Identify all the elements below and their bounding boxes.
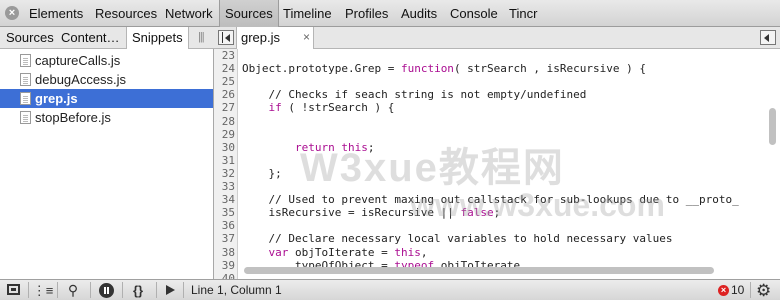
cursor-position: Line 1, Column 1 [191,283,282,297]
file-name: grep.js [35,91,78,106]
line-number[interactable]: 33 [214,180,235,193]
line-number[interactable]: 35 [214,206,235,219]
line-number[interactable]: 36 [214,219,235,232]
line-number[interactable]: 25 [214,75,235,88]
file-icon [20,54,31,67]
pretty-print-icon[interactable]: {} [127,281,149,300]
vertical-scrollbar[interactable] [769,108,776,145]
file-icon [20,73,31,86]
list-item[interactable]: captureCalls.js [0,51,213,70]
file-name: stopBefore.js [35,110,111,125]
line-number[interactable]: 32 [214,167,235,180]
watermark-url: www.w3xue.com [410,187,665,223]
line-number[interactable]: 40 [214,272,235,279]
list-item[interactable]: debugAccess.js [0,70,213,89]
editor-file-tab[interactable]: grep.js × [236,27,314,49]
code-line: 26 // Checks if seach string is not empt… [214,88,764,101]
nav-tab-snippets[interactable]: Snippets [126,27,189,49]
code-line: 28 [214,115,764,128]
resize-grip-icon[interactable]: ||| [198,31,205,43]
code-line: 23 [214,49,764,62]
play-icon[interactable] [166,285,175,295]
tab-timeline[interactable]: Timeline [278,0,337,27]
file-icon [20,92,31,105]
divider [28,282,29,298]
line-number[interactable]: 24 [214,62,235,75]
navigator-tabs: Sources Content… Snippets ||| [0,27,214,49]
editor-tab-strip: grep.js × [214,27,780,49]
error-count[interactable]: 10 [731,281,744,300]
snippets-list: captureCalls.js debugAccess.js grep.js s… [0,49,214,279]
list-item[interactable]: stopBefore.js [0,108,213,127]
watermark: W3xue教程网 [300,146,565,190]
code-text: }; [242,166,282,180]
devtools-toolbar: × Elements Resources Network Sources Tim… [0,0,780,27]
toggle-navigator-icon[interactable] [218,30,234,45]
nav-tab-sources[interactable]: Sources [1,27,59,49]
tab-network[interactable]: Network [160,0,218,27]
tab-elements[interactable]: Elements [24,0,88,27]
toggle-debugger-icon[interactable] [760,30,776,45]
line-number[interactable]: 23 [214,49,235,62]
code-text: Object.prototype.Grep = function( strSea… [242,62,646,76]
code-text: var objToIterate = this, [268,245,428,259]
gear-icon[interactable]: ⚙ [756,281,771,300]
line-number[interactable]: 34 [214,193,235,206]
divider [57,282,58,298]
tab-resources[interactable]: Resources [90,0,162,27]
line-number[interactable]: 39 [214,259,235,272]
divider [750,282,751,298]
close-icon[interactable]: × [5,6,19,20]
tab-profiles[interactable]: Profiles [340,0,393,27]
line-number[interactable]: 31 [214,154,235,167]
pause-exceptions-icon[interactable] [99,283,114,298]
tab-sources[interactable]: Sources [219,0,279,27]
code-text: // Checks if seach string is not empty/u… [242,88,587,102]
status-bar: ⋮≡ ⚲ {} Line 1, Column 1 × 10 ⚙ [0,279,780,300]
code-line: 27 if ( !strSearch ) { [214,101,764,114]
code-text: if ( !strSearch ) { [268,101,395,115]
divider [183,282,184,298]
show-console-icon[interactable]: ⋮≡ [32,281,54,300]
dock-icon[interactable] [7,284,20,295]
code-line: 37 // Declare necessary local variables … [214,232,764,245]
tab-console[interactable]: Console [445,0,503,27]
line-number[interactable]: 27 [214,101,235,114]
line-number[interactable]: 26 [214,88,235,101]
error-icon: × [718,285,729,296]
tab-audits[interactable]: Audits [396,0,442,27]
nav-tab-content-scripts[interactable]: Content… [56,27,125,49]
line-number[interactable]: 30 [214,141,235,154]
search-icon[interactable]: ⚲ [62,281,84,300]
tab-tincr[interactable]: Tincr [504,0,542,27]
list-item-selected[interactable]: grep.js [0,89,213,108]
code-line: 24 Object.prototype.Grep = function( strS… [214,62,764,75]
code-line: 38 var objToIterate = this, [214,246,764,259]
divider [122,282,123,298]
line-number[interactable]: 29 [214,128,235,141]
divider [156,282,157,298]
close-tab-icon[interactable]: × [303,27,310,48]
file-icon [20,111,31,124]
line-number[interactable]: 38 [214,246,235,259]
line-number[interactable]: 28 [214,115,235,128]
code-line: 25 [214,75,764,88]
line-number[interactable]: 37 [214,232,235,245]
editor-file-tab-label: grep.js [241,30,281,45]
file-name: captureCalls.js [35,53,121,68]
horizontal-scrollbar[interactable] [244,267,714,274]
file-name: debugAccess.js [35,72,127,87]
divider [90,282,91,298]
code-text: // Declare necessary local variables to … [242,232,673,246]
